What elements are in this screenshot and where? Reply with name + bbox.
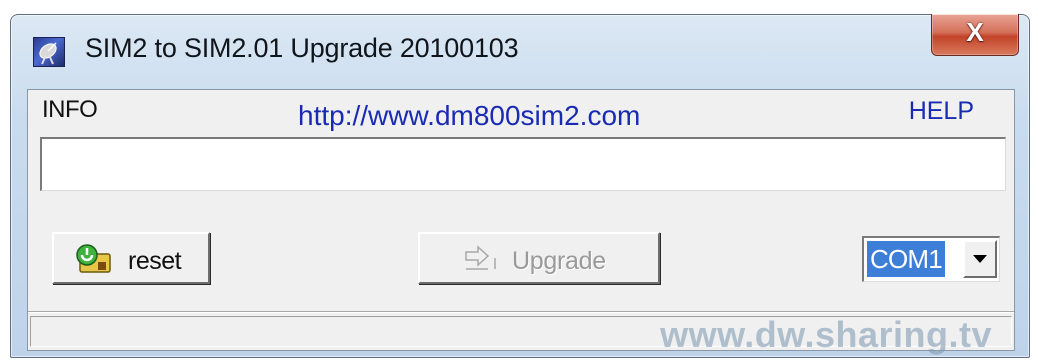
- website-link[interactable]: http://www.dm800sim2.com: [298, 100, 640, 132]
- window-title: SIM2 to SIM2.01 Upgrade 20100103: [85, 33, 519, 63]
- upgrade-button[interactable]: Upgrade: [418, 232, 660, 284]
- upgrade-button-label: Upgrade: [512, 247, 606, 275]
- app-window: SIM2 to SIM2.01 Upgrade 20100103 X INFO …: [10, 14, 1030, 358]
- reset-button[interactable]: reset: [52, 232, 210, 284]
- title-bar[interactable]: SIM2 to SIM2.01 Upgrade 20100103 X: [11, 14, 1029, 81]
- com-port-value: COM1: [867, 241, 945, 277]
- info-label: INFO: [42, 96, 98, 123]
- reset-icon: [74, 244, 112, 274]
- status-bar: www.dw.sharing.tv: [28, 311, 1014, 355]
- info-field[interactable]: [40, 137, 1006, 191]
- satellite-dish-icon: [33, 37, 65, 67]
- com-port-select[interactable]: COM1: [862, 236, 1000, 282]
- reset-button-label: reset: [128, 247, 182, 275]
- help-link[interactable]: HELP: [909, 97, 974, 126]
- client-area: INFO http://www.dm800sim2.com HELP reset: [27, 89, 1015, 355]
- watermark: www.dw.sharing.tv: [660, 314, 992, 355]
- close-icon: X: [966, 17, 984, 47]
- arrow-right-icon: [462, 244, 502, 272]
- close-button[interactable]: X: [931, 14, 1019, 56]
- chevron-down-icon[interactable]: [963, 240, 997, 278]
